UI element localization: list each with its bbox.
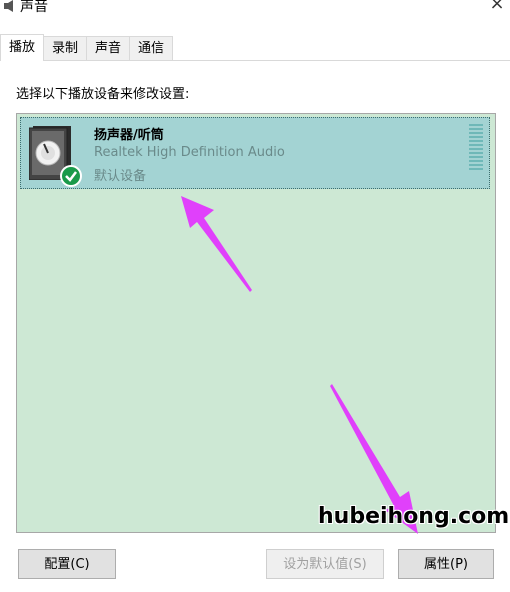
tab-strip: 播放 录制 声音 通信 — [0, 34, 174, 61]
device-item-speakers[interactable]: 扬声器/听筒 Realtek High Definition Audio 默认设… — [20, 117, 490, 189]
tab-communications[interactable]: 通信 — [129, 36, 174, 61]
speaker-small-icon — [4, 0, 13, 12]
title-bar: 声音 × — [0, 0, 510, 18]
device-name: 扬声器/听筒 — [94, 128, 164, 143]
instruction-text: 选择以下播放设备来修改设置: — [16, 87, 190, 102]
window-title: 声音 — [20, 0, 48, 15]
tab-playback[interactable]: 播放 — [0, 34, 45, 61]
device-list[interactable]: 扬声器/听筒 Realtek High Definition Audio 默认设… — [16, 113, 496, 533]
set-default-button[interactable]: 设为默认值(S) — [266, 549, 384, 579]
device-status: 默认设备 — [94, 169, 147, 184]
properties-button[interactable]: 属性(P) — [398, 549, 494, 579]
tab-recording[interactable]: 录制 — [43, 36, 88, 61]
volume-level-meter — [469, 124, 483, 170]
close-button[interactable]: × — [488, 0, 506, 14]
check-icon — [60, 165, 82, 187]
tab-sounds[interactable]: 声音 — [86, 36, 131, 61]
watermark-text: hubeihong.com — [318, 504, 510, 529]
sound-dialog: 声音 × 播放 录制 声音 通信 选择以下播放设备来修改设置: 扬声器/听筒 R… — [0, 0, 510, 592]
device-driver: Realtek High Definition Audio — [94, 145, 285, 160]
configure-button[interactable]: 配置(C) — [18, 549, 116, 579]
